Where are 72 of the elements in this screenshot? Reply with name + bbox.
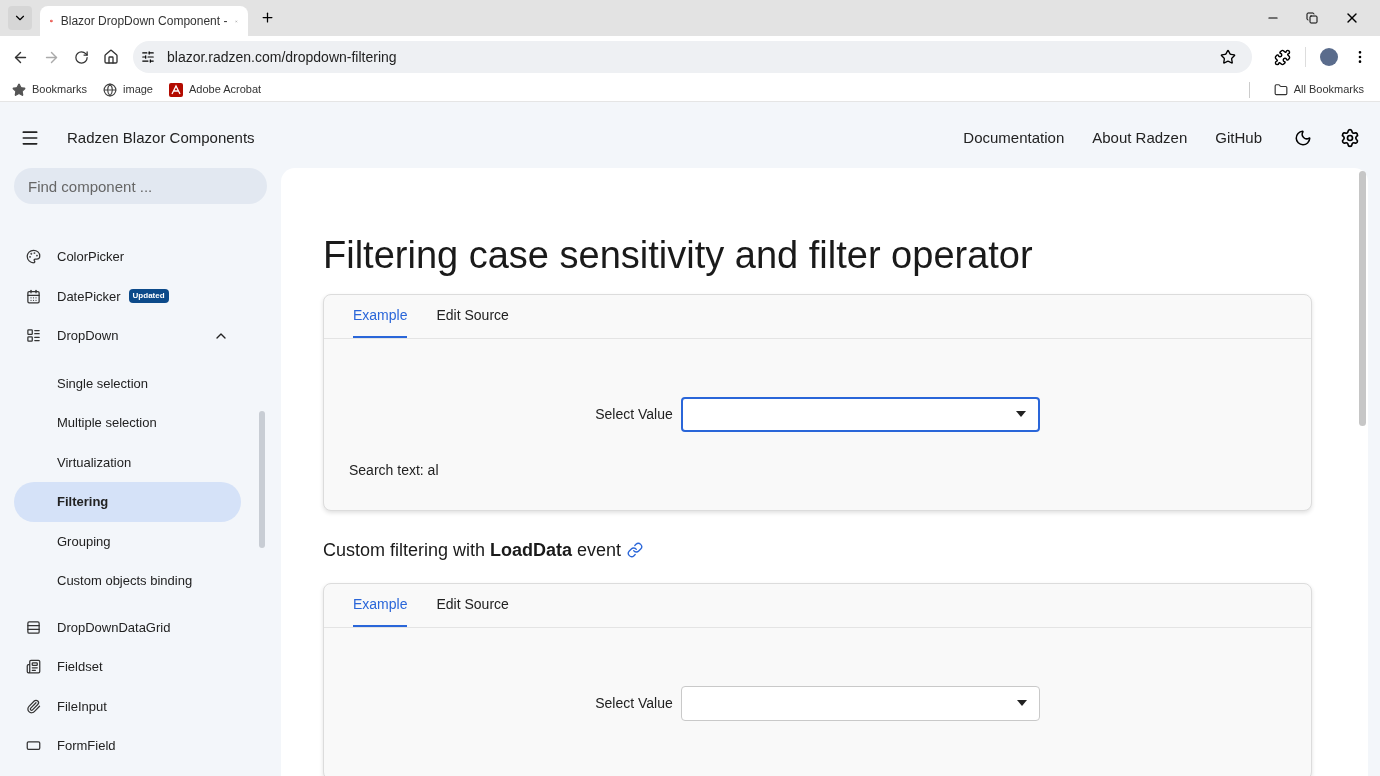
field-label: Select Value <box>595 693 673 713</box>
paperclip-icon <box>26 698 41 714</box>
scrollbar-thumb[interactable] <box>1359 171 1366 426</box>
sidebar-item[interactable]: DropDownDataGrid <box>14 607 241 647</box>
sidebar-item[interactable]: DatePicker Updated <box>14 276 241 316</box>
item-label: DropDown <box>57 327 119 345</box>
sidebar-subitem[interactable]: Virtualization <box>14 442 241 482</box>
star-icon <box>12 82 26 97</box>
folder-icon <box>1273 82 1288 97</box>
url-text: blazor.radzen.com/dropdown-filtering <box>167 47 398 67</box>
nav-link[interactable]: About Radzen <box>1092 126 1188 150</box>
section-heading: Custom filtering with LoadData event <box>323 538 622 562</box>
home-icon[interactable] <box>103 49 119 65</box>
search-text-note: Search text: al <box>349 461 439 478</box>
table-icon <box>26 619 41 635</box>
document-icon <box>26 659 41 675</box>
item-label: DropDownDataGrid <box>57 618 171 637</box>
menu-icon[interactable] <box>20 128 40 148</box>
sidebar-item[interactable]: Fieldset <box>14 647 241 687</box>
new-tab-icon[interactable] <box>260 10 275 25</box>
tab-list-button[interactable] <box>8 6 32 30</box>
item-label: FileInput <box>57 697 107 716</box>
caret-icon <box>1015 411 1026 417</box>
bookmark-item[interactable]: Adobe Acrobat <box>169 81 262 98</box>
address-bar[interactable]: blazor.radzen.com/dropdown-filtering <box>133 41 1252 73</box>
site-title: Radzen Blazor Components <box>67 127 255 148</box>
all-bookmarks-button[interactable]: All Bookmarks <box>1273 81 1364 98</box>
tab[interactable]: Example <box>353 583 408 627</box>
list-icon <box>26 328 41 344</box>
sidebar-item[interactable]: DropDown <box>14 316 241 356</box>
sidebar-item[interactable]: FormField <box>14 726 241 766</box>
sidebar-item[interactable]: ColorPicker <box>14 237 241 277</box>
extensions-icon[interactable] <box>1274 48 1291 66</box>
nav-link[interactable]: GitHub <box>1215 126 1262 150</box>
settings-icon[interactable] <box>1340 128 1360 148</box>
link-icon[interactable] <box>627 542 644 558</box>
item-label: FormField <box>57 737 116 755</box>
avatar[interactable] <box>1320 48 1338 66</box>
item-label: Fieldset <box>57 658 103 676</box>
search-field[interactable]: Find component ... <box>14 168 267 204</box>
pdf-icon <box>169 82 183 97</box>
item-label: DatePicker <box>57 287 121 306</box>
item-label: ColorPicker <box>57 248 125 266</box>
bookmark-item[interactable]: Bookmarks <box>12 81 88 98</box>
sidebar-item[interactable]: FileInput <box>14 686 241 726</box>
bookmark-item[interactable]: image <box>103 81 153 98</box>
moon-icon[interactable] <box>1294 129 1312 147</box>
sidebar-subitem[interactable]: Multiple selection <box>14 403 241 443</box>
site-settings-icon[interactable] <box>141 50 155 64</box>
palette-icon <box>26 249 41 265</box>
tab[interactable]: Edit Source <box>436 583 509 627</box>
browser-tab[interactable]: Blazor DropDown Component - <box>40 6 248 36</box>
scrollbar-thumb[interactable] <box>259 411 265 548</box>
sidebar-subitem[interactable]: Custom objects binding <box>14 561 241 601</box>
page-title: Filtering case sensitivity and filter operator <box>323 233 1034 278</box>
restore-icon[interactable] <box>1306 12 1318 24</box>
field-label: Select Value <box>595 404 673 424</box>
calendar-icon <box>26 288 41 304</box>
globe-icon <box>103 82 118 97</box>
reload-icon[interactable] <box>74 49 89 65</box>
nav-link[interactable]: Documentation <box>963 126 1065 150</box>
caret-icon <box>1016 700 1027 706</box>
sidebar-subitem[interactable]: Grouping <box>14 521 241 561</box>
updated-badge: Updated <box>128 289 169 304</box>
sidebar-subitem[interactable]: Filtering <box>14 482 241 522</box>
star-icon[interactable] <box>1220 49 1236 65</box>
dropdown-field[interactable] <box>680 396 1040 432</box>
tab[interactable]: Edit Source <box>436 294 509 338</box>
sidebar-subitem[interactable]: Single selection <box>14 363 241 403</box>
tab-title: Blazor DropDown Component - <box>60 13 228 30</box>
dropdown-field[interactable] <box>680 685 1040 721</box>
tab[interactable]: Example <box>353 294 408 338</box>
